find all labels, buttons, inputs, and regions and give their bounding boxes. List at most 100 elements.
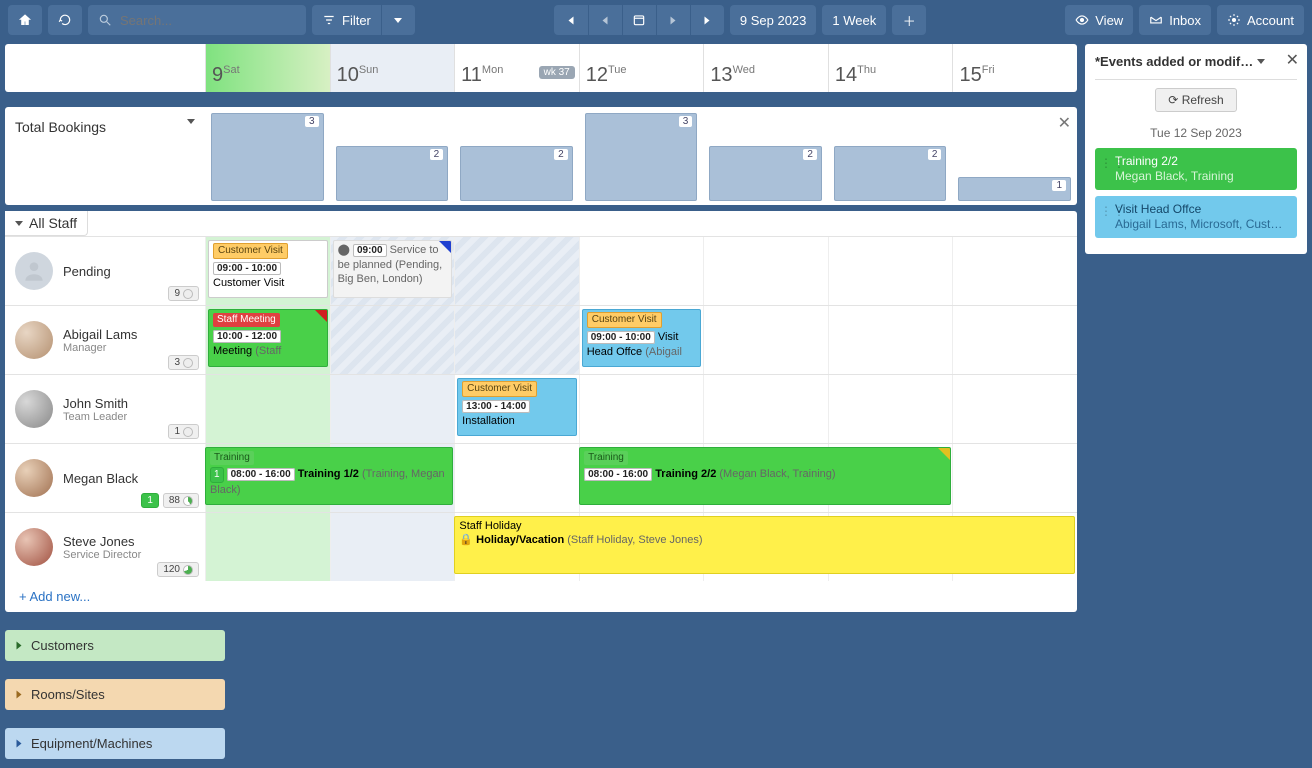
search-input[interactable] xyxy=(120,13,296,28)
chevron-right-icon xyxy=(705,16,710,24)
event-badge: 1 xyxy=(210,467,224,483)
resource-title: Team Leader xyxy=(63,411,128,423)
event[interactable]: Customer Visit 13:00 - 14:00 Installatio… xyxy=(457,378,577,436)
event-tag: Training xyxy=(584,451,628,465)
booking-bar[interactable]: 3 xyxy=(211,113,324,201)
inbox-button[interactable]: Inbox xyxy=(1139,5,1211,35)
booking-bar[interactable]: 2 xyxy=(336,146,449,201)
group-label: All Staff xyxy=(29,215,77,231)
side-event[interactable]: ⋮⋮ Visit Head Offce Abigail Lams, Micros… xyxy=(1095,196,1297,238)
event-time: 09:00 - 10:00 xyxy=(213,262,281,275)
event-title: Training 2/2 xyxy=(655,468,716,480)
event-title: Holiday/Vacation xyxy=(476,534,564,546)
count-badge: 120 xyxy=(157,562,199,577)
category-customers[interactable]: Customers xyxy=(5,630,225,661)
event[interactable]: ⬤ 09:00 Service to be planned (Pending, … xyxy=(333,240,453,298)
account-label: Account xyxy=(1247,13,1294,28)
nav-prev[interactable] xyxy=(588,5,622,35)
resource-name: Abigail Lams xyxy=(63,327,137,342)
event[interactable]: Customer Visit 09:00 - 10:00 Visit Head … xyxy=(582,309,702,367)
category-rooms[interactable]: Rooms/Sites xyxy=(5,679,225,710)
nav-prev-fast[interactable] xyxy=(554,5,588,35)
nav-calendar[interactable] xyxy=(622,5,656,35)
home-button[interactable] xyxy=(8,5,42,35)
event[interactable]: Training 08:00 - 16:00 Training 2/2 (Meg… xyxy=(579,447,950,505)
booking-bar[interactable]: 3 xyxy=(585,113,698,201)
chevron-left-icon xyxy=(603,16,608,24)
chevron-right-icon xyxy=(671,16,676,24)
date-display[interactable]: 9 Sep 2023 xyxy=(730,5,817,35)
day-header[interactable]: 11Monwk 37 xyxy=(454,44,579,92)
group-all-staff[interactable]: All Staff xyxy=(5,211,88,236)
date-label: 9 Sep 2023 xyxy=(740,13,807,28)
avatar xyxy=(15,528,53,566)
category-equipment[interactable]: Equipment/Machines xyxy=(5,728,225,759)
row-megan: Megan Black 1 88 Training 1 08:00 - 16:0… xyxy=(5,443,1077,512)
add-new-resource[interactable]: + Add new... xyxy=(5,581,1077,612)
chevron-down-icon xyxy=(15,221,23,226)
filter-button[interactable]: Filter xyxy=(312,5,381,35)
event-time: 08:00 - 16:00 xyxy=(227,468,295,481)
count-badge: 1 xyxy=(168,424,199,439)
day-header[interactable]: 12Tue xyxy=(579,44,704,92)
category-label: Equipment/Machines xyxy=(31,736,152,751)
booking-bar[interactable]: 1 xyxy=(958,177,1071,201)
event[interactable]: Staff Meeting 10:00 - 12:00 Meeting (Sta… xyxy=(208,309,328,367)
view-button[interactable]: View xyxy=(1065,5,1133,35)
account-button[interactable]: Account xyxy=(1217,5,1304,35)
filter-label: Filter xyxy=(342,13,371,28)
chevron-down-icon[interactable] xyxy=(187,119,195,124)
side-event-sub: Abigail Lams, Microsoft, Cust… xyxy=(1115,217,1289,232)
calendar-icon xyxy=(632,13,646,27)
row-john: John Smith Team Leader 1 Customer Visit … xyxy=(5,374,1077,443)
schedule-grid: All Staff Pending 9 Customer Visit xyxy=(5,211,1077,612)
refresh-button[interactable] xyxy=(48,5,82,35)
filter-group: Filter xyxy=(312,5,415,35)
add-view-button[interactable]: ＋ xyxy=(892,5,926,35)
view-label: View xyxy=(1095,13,1123,28)
booking-bar[interactable]: 2 xyxy=(834,146,947,201)
count-badge: 9 xyxy=(168,286,199,301)
nav-next-fast[interactable] xyxy=(690,5,724,35)
side-event-sub: Megan Black, Training xyxy=(1115,169,1289,184)
total-bookings-strip: Total Bookings ✕ 3223221 xyxy=(5,107,1077,205)
avatar xyxy=(15,390,53,428)
resource-name: Steve Jones xyxy=(63,534,141,549)
side-event-title: Visit Head Offce xyxy=(1115,202,1289,217)
day-header[interactable]: 14Thu xyxy=(828,44,953,92)
event-time: 10:00 - 12:00 xyxy=(213,330,281,343)
resource-title: Manager xyxy=(63,342,137,354)
drag-grip-icon: ⋮⋮ xyxy=(1100,156,1126,171)
lock-icon: 🔒 xyxy=(459,534,473,546)
event-title: Customer Visit xyxy=(213,277,284,289)
event-time: 09:00 xyxy=(353,244,387,257)
day-header[interactable]: 10Sun xyxy=(330,44,455,92)
inbox-label: Inbox xyxy=(1169,13,1201,28)
search-box[interactable] xyxy=(88,5,306,35)
inbox-icon xyxy=(1149,13,1163,27)
side-event[interactable]: ⋮⋮ Training 2/2 Megan Black, Training xyxy=(1095,148,1297,190)
booking-bar[interactable]: 2 xyxy=(709,146,822,201)
nav-next[interactable] xyxy=(656,5,690,35)
resource-title: Service Director xyxy=(63,549,141,561)
event[interactable]: Customer Visit 09:00 - 10:00 Customer Vi… xyxy=(208,240,328,298)
booking-bar[interactable]: 2 xyxy=(460,146,573,201)
side-refresh-button[interactable]: ⟳ Refresh xyxy=(1155,88,1236,112)
chevron-down-icon[interactable] xyxy=(1257,59,1265,64)
filter-dropdown[interactable] xyxy=(381,5,415,35)
day-header[interactable]: 13Wed xyxy=(703,44,828,92)
day-header[interactable]: 9Sat xyxy=(205,44,330,92)
row-pending: Pending 9 Customer Visit 09:00 - 10:00 C… xyxy=(5,236,1077,305)
resource-name: Megan Black xyxy=(63,471,138,486)
close-side-panel[interactable]: ✕ xyxy=(1286,50,1299,70)
event-title: Installation xyxy=(462,415,515,427)
event-sub: (Staff xyxy=(255,345,281,357)
event-title: Training 1/2 xyxy=(298,468,359,480)
side-date: Tue 12 Sep 2023 xyxy=(1095,126,1297,140)
filter-icon xyxy=(322,13,336,27)
event[interactable]: Staff Holiday 🔒 Holiday/Vacation (Staff … xyxy=(454,516,1075,574)
range-select[interactable]: 1 Week xyxy=(822,5,886,35)
event[interactable]: Training 1 08:00 - 16:00 Training 1/2 (T… xyxy=(205,447,453,505)
day-header[interactable]: 15Fri xyxy=(952,44,1077,92)
row-steve: Steve Jones Service Director 120 Staff H… xyxy=(5,512,1077,581)
